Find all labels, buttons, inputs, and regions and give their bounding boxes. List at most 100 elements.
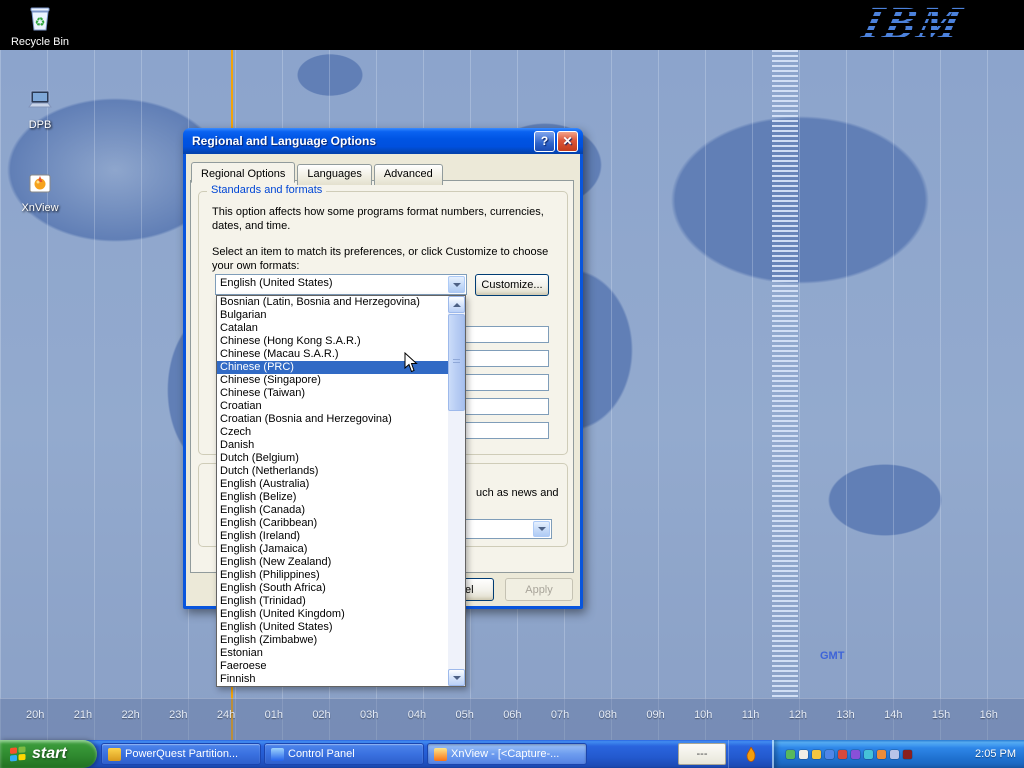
list-item[interactable]: English (Philippines) [217,569,448,582]
list-item[interactable]: English (Trinidad) [217,595,448,608]
timezone-label: 01h [265,709,283,721]
list-item[interactable]: English (Jamaica) [217,543,448,556]
flame-icon[interactable] [745,747,757,762]
start-label: start [32,745,67,763]
task-icon [108,748,121,761]
chevron-down-icon[interactable] [533,521,550,537]
task-buttons: PowerQuest Partition...Control Panel XnVi… [97,740,676,768]
icon-label: Recycle Bin [2,36,78,48]
list-item[interactable]: English (Belize) [217,491,448,504]
list-item[interactable]: Czech [217,426,448,439]
tray-icon[interactable] [877,750,886,759]
list-item[interactable]: Danish [217,439,448,452]
desktop-icon-xnview[interactable]: XnView [2,168,78,214]
tray-icon[interactable] [890,750,899,759]
scrollbar-thumb[interactable] [448,314,465,411]
mouse-cursor [404,352,418,378]
ibm-logo: IBM [857,0,968,48]
language-dropdown: Bosnian (Latin, Bosnia and Herzegovina)B… [216,295,466,687]
list-item[interactable]: Chinese (Taiwan) [217,387,448,400]
timezone-label: 13h [836,709,854,721]
taskbar-task[interactable]: Control Panel [264,743,424,765]
list-item[interactable]: English (United States) [217,621,448,634]
xnview-icon [24,168,56,200]
tray-icon[interactable] [786,750,795,759]
tray-icon[interactable] [851,750,860,759]
laptop-icon [24,85,56,117]
list-item[interactable]: Finnish [217,673,448,686]
timezone-label: 22h [121,709,139,721]
help-button[interactable]: ? [534,131,555,152]
timezone-label: 10h [694,709,712,721]
list-item[interactable]: English (United Kingdom) [217,608,448,621]
scrollbar[interactable] [448,296,465,686]
location-text-fragment: uch as news and [476,486,566,500]
list-item[interactable]: Croatian [217,400,448,413]
tab-advanced[interactable]: Advanced [374,164,443,185]
recycle-bin-icon: ♻ [24,2,56,34]
list-item[interactable]: Catalan [217,322,448,335]
dialog-titlebar[interactable]: Regional and Language Options ? ✕ [183,128,583,154]
format-combobox-value: English (United States) [216,275,447,294]
list-item[interactable]: English (Zimbabwe) [217,634,448,647]
chevron-down-icon[interactable] [448,276,465,293]
desktop-icon-dpb[interactable]: DPB [2,85,78,131]
timezone-label: 02h [312,709,330,721]
timezone-label: 06h [503,709,521,721]
list-item[interactable]: Estonian [217,647,448,660]
timezone-label: 12h [789,709,807,721]
tray-icon[interactable] [838,750,847,759]
tray-icon[interactable] [812,750,821,759]
overflow-button[interactable]: --- [678,743,726,765]
customize-button[interactable]: Customize... [475,274,549,296]
timezone-label: 21h [74,709,92,721]
timezone-label: 23h [169,709,187,721]
standards-instruction: Select an item to match its preferences,… [212,245,560,273]
list-item[interactable]: English (Canada) [217,504,448,517]
list-item[interactable]: Bosnian (Latin, Bosnia and Herzegovina) [217,296,448,309]
tray-icon[interactable] [864,750,873,759]
timezone-label: 04h [408,709,426,721]
timezone-label: 07h [551,709,569,721]
desktop-icon-recycle-bin[interactable]: ♻ Recycle Bin [2,2,78,48]
list-item[interactable]: English (South Africa) [217,582,448,595]
tray-icon[interactable] [825,750,834,759]
list-item[interactable]: Croatian (Bosnia and Herzegovina) [217,413,448,426]
list-item[interactable]: Bulgarian [217,309,448,322]
list-item[interactable]: Chinese (Hong Kong S.A.R.) [217,335,448,348]
task-label: XnView - [<Capture-... [451,748,559,760]
apply-button[interactable]: Apply [505,578,573,601]
tray-icons [786,750,912,759]
timezone-label: 20h [26,709,44,721]
list-item[interactable]: Dutch (Netherlands) [217,465,448,478]
task-icon [271,748,284,761]
svg-text:♻: ♻ [35,15,46,29]
tab-languages[interactable]: Languages [297,164,371,185]
timezone-label: 03h [360,709,378,721]
timezone-label: 14h [884,709,902,721]
list-item[interactable]: English (Australia) [217,478,448,491]
tab-regional-options[interactable]: Regional Options [191,162,295,183]
taskbar-clock[interactable]: 2:05 PM [975,748,1016,760]
taskbar-task[interactable]: PowerQuest Partition... [101,743,261,765]
scroll-down-icon[interactable] [448,669,465,686]
dateline-hatch-band [772,50,798,700]
timezone-label: 08h [599,709,617,721]
format-combobox[interactable]: English (United States) [215,274,467,295]
list-item[interactable]: English (Caribbean) [217,517,448,530]
scroll-up-icon[interactable] [448,296,465,313]
list-item[interactable]: Dutch (Belgium) [217,452,448,465]
tab-strip: Regional Options Languages Advanced [191,162,445,183]
tray-icon[interactable] [799,750,808,759]
icon-label: DPB [2,119,78,131]
list-item[interactable]: English (New Zealand) [217,556,448,569]
tray-icon[interactable] [903,750,912,759]
list-item[interactable]: English (Ireland) [217,530,448,543]
list-item[interactable]: Faeroese [217,660,448,673]
system-tray: 2:05 PM [772,740,1024,768]
taskbar-task[interactable]: XnView - [<Capture-... [427,743,587,765]
start-button[interactable]: start [0,740,97,768]
top-black-bar: ♻ Recycle Bin IBM [0,0,1024,50]
timezone-label: 09h [646,709,664,721]
close-icon[interactable]: ✕ [557,131,578,152]
